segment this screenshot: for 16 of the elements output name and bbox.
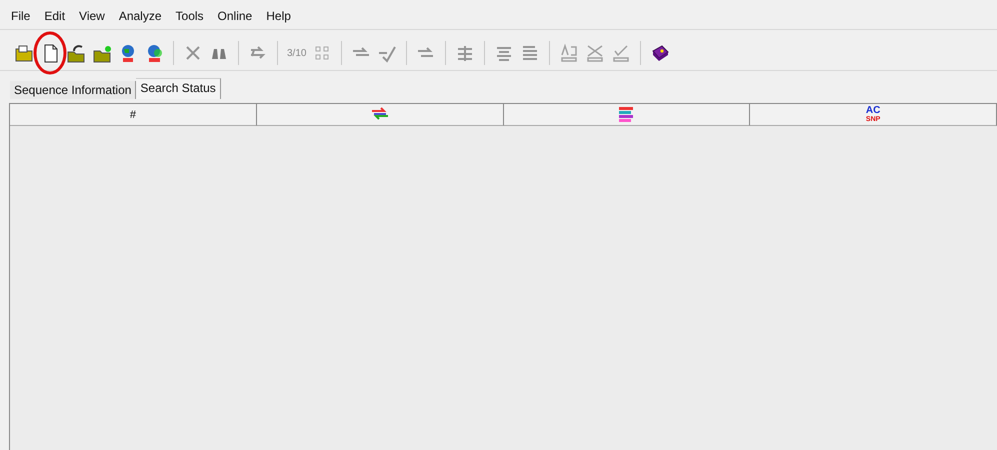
menu-item[interactable]: File xyxy=(11,9,30,29)
menu-item[interactable]: Tools xyxy=(176,9,204,29)
column-header[interactable] xyxy=(504,104,750,126)
column-header[interactable] xyxy=(256,104,504,126)
folder-plus-icon xyxy=(92,43,112,63)
tab[interactable]: Search Status xyxy=(136,78,221,99)
menu-item[interactable]: View xyxy=(79,9,105,29)
menu-item[interactable]: Online xyxy=(218,9,252,29)
menu-item[interactable]: Help xyxy=(266,9,291,29)
tab[interactable]: Sequence Information xyxy=(10,81,136,99)
open-folder-icon xyxy=(14,43,34,63)
menu-item[interactable]: Analyze xyxy=(118,9,162,29)
book-icon xyxy=(650,43,670,63)
column-header[interactable]: # xyxy=(10,104,257,126)
folder-arrow-icon xyxy=(66,43,86,63)
menu-item[interactable]: Edit xyxy=(44,9,66,29)
